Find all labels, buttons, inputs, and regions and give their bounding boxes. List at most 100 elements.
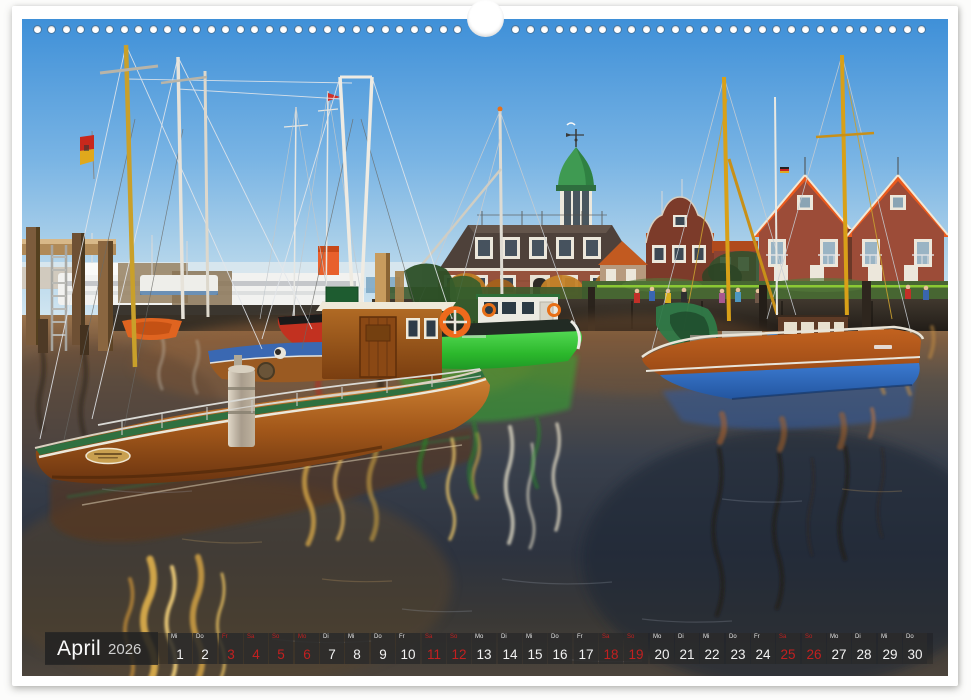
day-number: 13 xyxy=(472,647,496,662)
binding-hole xyxy=(63,26,70,33)
binding-hole xyxy=(440,26,447,33)
binding-hole xyxy=(614,26,621,33)
calendar-day-4: Sa4 xyxy=(244,633,268,664)
binding-hole xyxy=(338,26,345,33)
binding-hole xyxy=(759,26,766,33)
weekday-label: Do xyxy=(551,634,559,640)
weekday-label: Do xyxy=(196,634,204,640)
calendar-day-24: Fr24 xyxy=(751,633,775,664)
binding-hole xyxy=(628,26,635,33)
calendar-day-25: Sa25 xyxy=(776,633,800,664)
calendar-day-20: Mo20 xyxy=(650,633,674,664)
day-number: 7 xyxy=(320,647,344,662)
weekday-label: Sa xyxy=(247,634,254,640)
binding-hole xyxy=(918,26,925,33)
binding-hole xyxy=(556,26,563,33)
calendar-day-1: Mi 1 xyxy=(168,633,192,664)
harbor-flag xyxy=(80,135,94,165)
binding-hole xyxy=(657,26,664,33)
day-number: 30 xyxy=(903,647,927,662)
weekday-label: So xyxy=(272,634,279,640)
weekday-label: Do xyxy=(729,634,737,640)
name-board xyxy=(86,449,130,464)
calendar-day-5: So 5 xyxy=(269,633,293,664)
binding-hole xyxy=(164,26,171,33)
day-number: 3 xyxy=(219,647,243,662)
calendar-day-13: Mo13 xyxy=(472,633,496,664)
calendar-day-17: Fr17 xyxy=(574,633,598,664)
weekday-label: Mo xyxy=(298,634,306,640)
binding-hole xyxy=(92,26,99,33)
day-number: 24 xyxy=(751,647,775,662)
binding-hole xyxy=(454,26,461,33)
calendar-product-shot: April 2026 Mi1Do2Fr3Sa4So5Mo6Di7Mi8Do9Fr… xyxy=(0,0,971,700)
day-number: 27 xyxy=(827,647,851,662)
weekday-label: Do xyxy=(906,634,914,640)
weekday-label: Sa xyxy=(602,634,609,640)
calendar-day-6: Mo 6 xyxy=(295,633,319,664)
binding-hole xyxy=(672,26,679,33)
weekday-label: Mi xyxy=(881,634,887,640)
calendar-day-14: Di14 xyxy=(498,633,522,664)
weekday-label: Di xyxy=(323,634,329,640)
hanger-hole xyxy=(467,0,504,37)
binding-hole xyxy=(730,26,737,33)
day-number: 1 xyxy=(168,647,192,662)
calendar-day-10: Fr10 xyxy=(396,633,420,664)
binding-hole xyxy=(860,26,867,33)
day-number: 6 xyxy=(295,647,319,662)
weekday-label: Mo xyxy=(830,634,838,640)
day-number: 28 xyxy=(852,647,876,662)
binding-hole xyxy=(875,26,882,33)
binding-hole xyxy=(324,26,331,33)
binding-hole xyxy=(599,26,606,33)
weekday-label: Sa xyxy=(779,634,786,640)
day-number: 11 xyxy=(422,647,446,662)
german-flag xyxy=(780,167,789,173)
calendar-day-11: Sa 11 xyxy=(422,633,446,664)
binding-hole xyxy=(382,26,389,33)
calendar-day-2: Do2 xyxy=(193,633,217,664)
binding-hole xyxy=(788,26,795,33)
weekday-label: Mi xyxy=(703,634,709,640)
binding-hole xyxy=(208,26,215,33)
weekday-label: Di xyxy=(501,634,507,640)
binding-hole xyxy=(904,26,911,33)
weekday-label: Mi xyxy=(171,634,177,640)
binding-hole xyxy=(150,26,157,33)
calendar-day-9: Do9 xyxy=(371,633,395,664)
binding-hole xyxy=(77,26,84,33)
calendar-day-7: Di 7 xyxy=(320,633,344,664)
day-number: 18 xyxy=(599,647,623,662)
day-number: 17 xyxy=(574,647,598,662)
day-number: 5 xyxy=(269,647,293,662)
day-number: 26 xyxy=(802,647,826,662)
binding-hole xyxy=(643,26,650,33)
binding-hole xyxy=(527,26,534,33)
year: 2026 xyxy=(108,639,141,658)
weekday-label: Sa xyxy=(425,634,432,640)
binding-hole xyxy=(701,26,708,33)
calendar-day-8: Mi 8 xyxy=(345,633,369,664)
day-number: 19 xyxy=(624,647,648,662)
weekday-label: Mi xyxy=(526,634,532,640)
day-number: 8 xyxy=(345,647,369,662)
calendar-day-23: Do23 xyxy=(726,633,750,664)
weekday-label: Mi xyxy=(348,634,354,640)
month-label: April 2026 xyxy=(45,632,158,665)
calendar-day-16: Do16 xyxy=(548,633,572,664)
calendar-page: April 2026 Mi1Do2Fr3Sa4So5Mo6Di7Mi8Do9Fr… xyxy=(12,6,958,686)
binding-hole xyxy=(222,26,229,33)
registration-blur xyxy=(462,335,486,338)
calendar-day-12: So12 xyxy=(447,633,471,664)
boat-name-blur xyxy=(874,345,892,349)
binding-hole xyxy=(773,26,780,33)
day-number: 12 xyxy=(447,647,471,662)
day-number: 9 xyxy=(371,647,395,662)
calendar-day-18: Sa 18 xyxy=(599,633,623,664)
binding-hole xyxy=(744,26,751,33)
day-number: 21 xyxy=(675,647,699,662)
binding-hole xyxy=(237,26,244,33)
binding-hole xyxy=(802,26,809,33)
calendar-day-21: Di21 xyxy=(675,633,699,664)
